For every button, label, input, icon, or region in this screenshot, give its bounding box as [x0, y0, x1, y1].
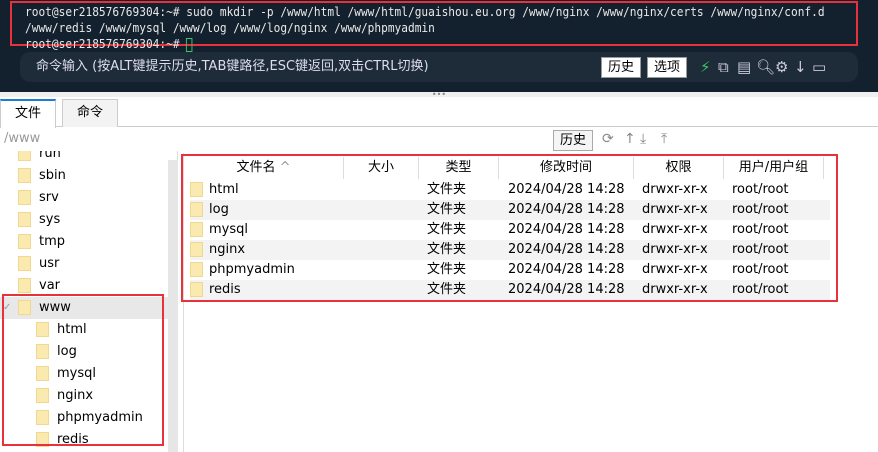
options-button[interactable]: 选项 [647, 57, 688, 78]
tree-scrollbar[interactable] [168, 160, 178, 452]
highlight-box [181, 154, 838, 302]
tree-item[interactable]: srv [0, 187, 168, 209]
tree-label: usr [39, 256, 60, 271]
tree-label: sbin [39, 168, 66, 183]
tree-label: tmp [39, 234, 66, 249]
folder-icon [18, 190, 31, 205]
tree-label: var [39, 278, 61, 293]
path-history-button[interactable]: 历史 [553, 130, 594, 151]
tree-item[interactable]: sbin [0, 165, 168, 187]
tree-label: srv [39, 190, 59, 205]
tree-item[interactable]: sys [0, 209, 168, 231]
cursor [186, 37, 193, 52]
folder-icon [18, 168, 31, 183]
path-input[interactable]: /www [4, 131, 40, 146]
window-icon[interactable]: ▭ [812, 58, 826, 76]
terminal-prompt: root@ser218576769304:~# [25, 37, 187, 51]
tree-label: sys [39, 212, 61, 227]
tree-item[interactable]: run [0, 151, 168, 165]
up-icon[interactable]: ↑ [624, 131, 636, 147]
terminal-line: root@ser218576769304:~# sudo mkdir -p /w… [25, 5, 825, 19]
refresh-icon[interactable]: ⟳ [602, 131, 614, 147]
lightning-icon[interactable]: ⚡ [700, 58, 711, 76]
search-icon[interactable]: 🔍︎ [756, 58, 775, 76]
highlight-box [2, 294, 164, 446]
highlight-box: root@ser218576769304:~# sudo mkdir -p /w… [10, 1, 858, 52]
folder-icon [18, 151, 31, 161]
folder-icon [18, 256, 31, 271]
terminal-line: /www/redis /www/mysql /www/log /www/log/… [25, 21, 435, 35]
gear-icon[interactable]: ⚙ [775, 58, 788, 76]
copy-icon[interactable]: ⧉ [718, 58, 729, 76]
folder-icon [18, 234, 31, 249]
tab-files[interactable]: 文件 [0, 99, 57, 128]
path-bar: /www 历史 ⟳ ↑ ⤓ ⤒ [0, 129, 878, 151]
tab-bar: 文件 命令 [0, 97, 878, 128]
command-hint: 命令输入 (按ALT键提示历史,TAB键路径,ESC键返回,双击CTRL切换) [36, 59, 429, 74]
arrow-down-icon[interactable]: ↓ [794, 58, 807, 76]
tree-item[interactable]: tmp [0, 231, 168, 253]
history-button[interactable]: 历史 [601, 57, 642, 78]
tab-commands[interactable]: 命令 [62, 99, 119, 127]
folder-icon [18, 278, 31, 293]
tree-label: run [39, 151, 61, 161]
command-input[interactable]: 命令输入 (按ALT键提示历史,TAB键路径,ESC键返回,双击CTRL切换) … [20, 52, 858, 82]
folder-icon [18, 212, 31, 227]
download-icon[interactable]: ⤓ [640, 131, 646, 147]
terminal[interactable]: root@ser218576769304:~# sudo mkdir -p /w… [0, 0, 878, 92]
terminal-prompt-line: root@ser218576769304:~# [12, 36, 797, 52]
tree-item[interactable]: usr [0, 253, 168, 275]
upload-icon[interactable]: ⤒ [661, 131, 667, 147]
paste-icon[interactable]: ▤ [737, 58, 751, 76]
